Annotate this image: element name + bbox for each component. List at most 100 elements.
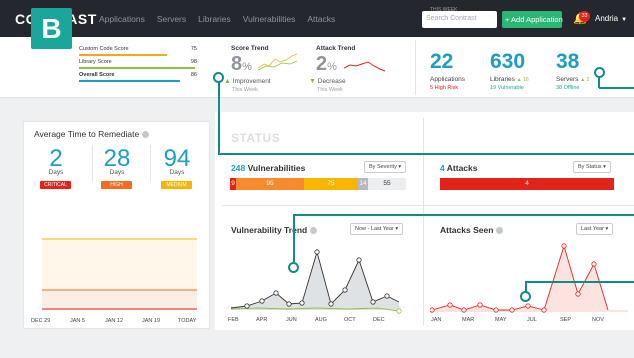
servers-offline[interactable]: 38 Offline (556, 85, 579, 91)
callout-line (599, 87, 634, 89)
vuln-trend-range-dropdown[interactable]: Now - Last Year ▾ (350, 223, 404, 235)
panel-divider (423, 118, 424, 326)
remediate-days-label: Days (48, 169, 64, 176)
x-axis-label: JAN 19 (142, 318, 161, 324)
help-icon[interactable] (496, 227, 504, 235)
overall-grade: B (31, 8, 72, 49)
applications-count[interactable]: 22 (430, 50, 453, 74)
attack-trend-title: Attack Trend (316, 45, 356, 52)
severity-dropdown-label: By Severity (369, 164, 397, 170)
attack-trend-sub: This Week (317, 87, 343, 93)
callout-marker (288, 262, 299, 273)
x-axis-label: APR (256, 317, 268, 323)
applications-label: Applications (430, 76, 466, 83)
attacks-bar[interactable]: 4 (440, 178, 614, 190)
nav-attacks[interactable]: Attacks (307, 14, 335, 24)
attack-status-dropdown-label: By Status (578, 164, 602, 170)
libraries-delta: ▲ 16 (516, 77, 529, 83)
servers-count[interactable]: 38 (556, 50, 579, 74)
vuln-trend-chart (227, 249, 407, 314)
servers-label-text: Servers (556, 76, 579, 83)
x-axis-label: DEC (373, 317, 385, 323)
library-score: Library Score 98 (79, 59, 197, 69)
severity-dropdown[interactable]: By Severity ▾ (364, 161, 407, 173)
score-value: 75 (190, 46, 197, 52)
remediate-title-text: Average Time to Remediate (34, 129, 140, 139)
caret-down-icon: ▼ (621, 17, 628, 23)
attack-trend-number: 2 (316, 53, 328, 75)
score-label: Library Score (79, 59, 112, 65)
x-axis-label: JUN (286, 317, 297, 323)
search-input[interactable]: Search Contrast (422, 11, 497, 28)
score-value: 86 (190, 72, 197, 78)
add-application-button[interactable]: + Add Application (502, 11, 563, 28)
servers-label: Servers ▲ 2 (556, 76, 589, 83)
attacks-seen-chart (430, 243, 628, 313)
x-axis-label: NOV (592, 317, 604, 323)
libraries-label-text: Libraries (490, 76, 515, 83)
score-label: Overall Score (79, 72, 115, 78)
score-trend-sparkline (258, 53, 298, 71)
nav-applications[interactable]: Applications (99, 14, 145, 24)
applications-high-risk[interactable]: 5 High Risk (430, 85, 458, 91)
attacks-seen-range-dropdown[interactable]: Last Year ▾ (576, 223, 614, 235)
attack-status-dropdown[interactable]: By Status ▾ (573, 161, 611, 173)
x-axis-label: JAN 12 (105, 318, 124, 324)
x-axis-label: MAR (462, 317, 475, 323)
x-axis-label: DEC 29 (31, 318, 51, 324)
nav-vulnerabilities[interactable]: Vulnerabilities (243, 14, 296, 24)
callout-marker (213, 72, 224, 83)
attacks-seen-range-label: Last Year (581, 226, 604, 232)
vulnerabilities-count: 248 (231, 163, 246, 173)
vulnerabilities-label: Vulnerabilities (247, 163, 306, 173)
overall-score: Overall Score 86 (79, 72, 197, 82)
remediate-title: Average Time to Remediate (34, 129, 150, 139)
help-icon[interactable] (142, 131, 150, 139)
x-axis-label: FEB (228, 317, 239, 323)
x-axis-label: JAN (431, 317, 442, 323)
score-trend-label: ▲ Improvement (224, 78, 271, 85)
libraries-vulnerable[interactable]: 19 Vulnerable (490, 85, 524, 91)
score-trend-title: Score Trend (231, 45, 269, 52)
nav-libraries[interactable]: Libraries (198, 14, 231, 24)
attacks-count: 4 (440, 163, 445, 173)
attacks-seen-title-text: Attacks Seen (440, 225, 494, 235)
severity-high-segment[interactable]: 95 (236, 178, 304, 190)
vuln-trend-title-text: Vulnerability Trend (231, 225, 308, 235)
medium-badge: MEDIUM (161, 181, 192, 189)
summary-divider (415, 40, 416, 95)
this-week-label: THIS WEEK (430, 7, 458, 13)
user-name: Andria (595, 14, 619, 23)
score-trend-label-text: Improvement (232, 78, 271, 85)
custom-code-score: Custom Code Score 75 (79, 46, 197, 56)
callout-line (525, 281, 634, 283)
critical-badge: CRITICAL (40, 181, 71, 189)
attacks-seen-title: Attacks Seen (440, 225, 504, 235)
remediate-days-label: Days (109, 169, 125, 176)
x-axis-label: AUG (315, 317, 327, 323)
user-menu[interactable]: Andria ▼ (595, 14, 627, 23)
score-trend-value: 8% (231, 53, 252, 76)
nav-servers[interactable]: Servers (157, 14, 186, 24)
attack-trend-label: ▼ Decrease (309, 78, 346, 85)
callout-line (293, 214, 634, 216)
severity-medium-segment[interactable]: 75 (304, 178, 358, 190)
libraries-count[interactable]: 630 (490, 50, 525, 74)
attack-trend-value: 2% (316, 53, 337, 76)
attacks-title: 4 Attacks (440, 163, 478, 173)
callout-line (218, 153, 634, 155)
help-icon[interactable] (310, 227, 318, 235)
x-axis-label: JUL (527, 317, 537, 323)
callout-line (218, 80, 220, 154)
triangle-down-icon: ▼ (309, 78, 316, 85)
high-badge: HIGH (101, 181, 132, 189)
severity-note-segment[interactable]: 55 (368, 178, 406, 190)
attack-trend-label-text: Decrease (317, 78, 346, 85)
callout-marker (520, 291, 531, 302)
notification-count-badge: 33 (579, 11, 590, 22)
severity-low-segment[interactable]: 14 (358, 178, 368, 190)
x-axis-label: SEP (560, 317, 572, 323)
x-axis-label: TODAY (178, 318, 197, 324)
remediate-divider (150, 145, 151, 182)
status-title: STATUS (231, 131, 281, 145)
